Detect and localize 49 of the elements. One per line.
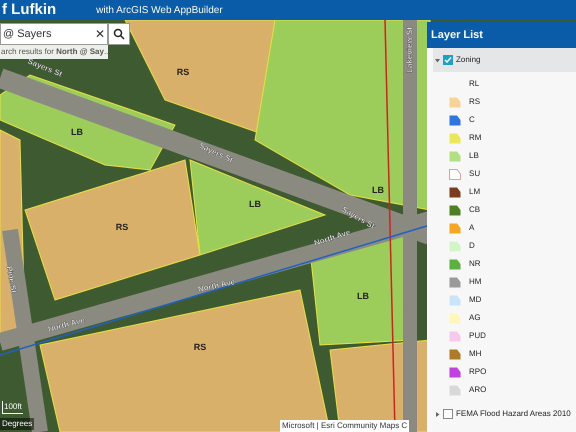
legend-label: SU — [469, 168, 480, 180]
legend-label: D — [469, 240, 475, 252]
map-attribution: Microsoft | Esri Community Maps C — [280, 420, 410, 432]
legend-label: CB — [469, 204, 480, 216]
legend-label: MD — [469, 294, 482, 306]
layer-checkbox[interactable] — [443, 409, 453, 419]
zone-label: LB — [249, 199, 261, 209]
zone-label: RS — [116, 222, 128, 232]
scale-bar: 100ft — [2, 401, 23, 414]
layer-name: Zoning — [456, 54, 480, 66]
legend-label: ARO — [469, 384, 486, 396]
layer-checkbox[interactable] — [443, 55, 453, 65]
search-button[interactable] — [108, 23, 130, 45]
legend-label: RPO — [469, 366, 486, 378]
zone-label: LB — [372, 185, 384, 195]
panel-title: Layer List — [431, 28, 483, 43]
legend-label: PUD — [469, 330, 486, 342]
legend-label: HM — [469, 276, 482, 288]
app-subtitle: with ArcGIS Web AppBuilder — [96, 4, 223, 18]
legend-label: NR — [469, 258, 481, 270]
caret-down-icon[interactable] — [435, 58, 440, 62]
zone-label: LB — [71, 127, 83, 137]
street-label: North Ave — [312, 228, 352, 248]
zone-label: RS — [194, 342, 206, 352]
coordinates-label: Degrees — [0, 418, 34, 430]
legend-label: MH — [469, 348, 482, 360]
caret-right-icon[interactable] — [435, 412, 440, 416]
layer-name: FEMA Flood Hazard Areas 2010 — [456, 408, 571, 420]
search-suggestion[interactable]: arch results for North @ Say... — [0, 45, 108, 59]
legend-label: RL — [469, 78, 480, 90]
layer-row[interactable]: Zoning — [433, 48, 576, 72]
zone-label: LB — [357, 291, 369, 301]
street-label: North Ave — [197, 277, 236, 294]
street-label: North Ave — [47, 315, 86, 334]
legend-label: C — [469, 114, 475, 126]
legend-label: AG — [469, 312, 481, 324]
street-label: Pine St — [4, 265, 18, 294]
search-icon — [113, 28, 125, 40]
app-title: f Lufkin — [2, 0, 56, 20]
clear-icon[interactable]: ✕ — [95, 25, 105, 43]
search-field[interactable]: @ Sayers ✕ — [0, 23, 108, 45]
street-label: Lakeview St — [405, 27, 414, 73]
legend-label: RS — [469, 96, 480, 108]
legend-label: LM — [469, 186, 480, 198]
legend-label: RM — [469, 132, 482, 144]
legend-label: LB — [469, 150, 479, 162]
layer-row[interactable]: FEMA Flood Hazard Areas 2010 — [433, 403, 576, 425]
zone-label: RS — [176, 67, 190, 77]
legend-label: A — [469, 222, 474, 234]
